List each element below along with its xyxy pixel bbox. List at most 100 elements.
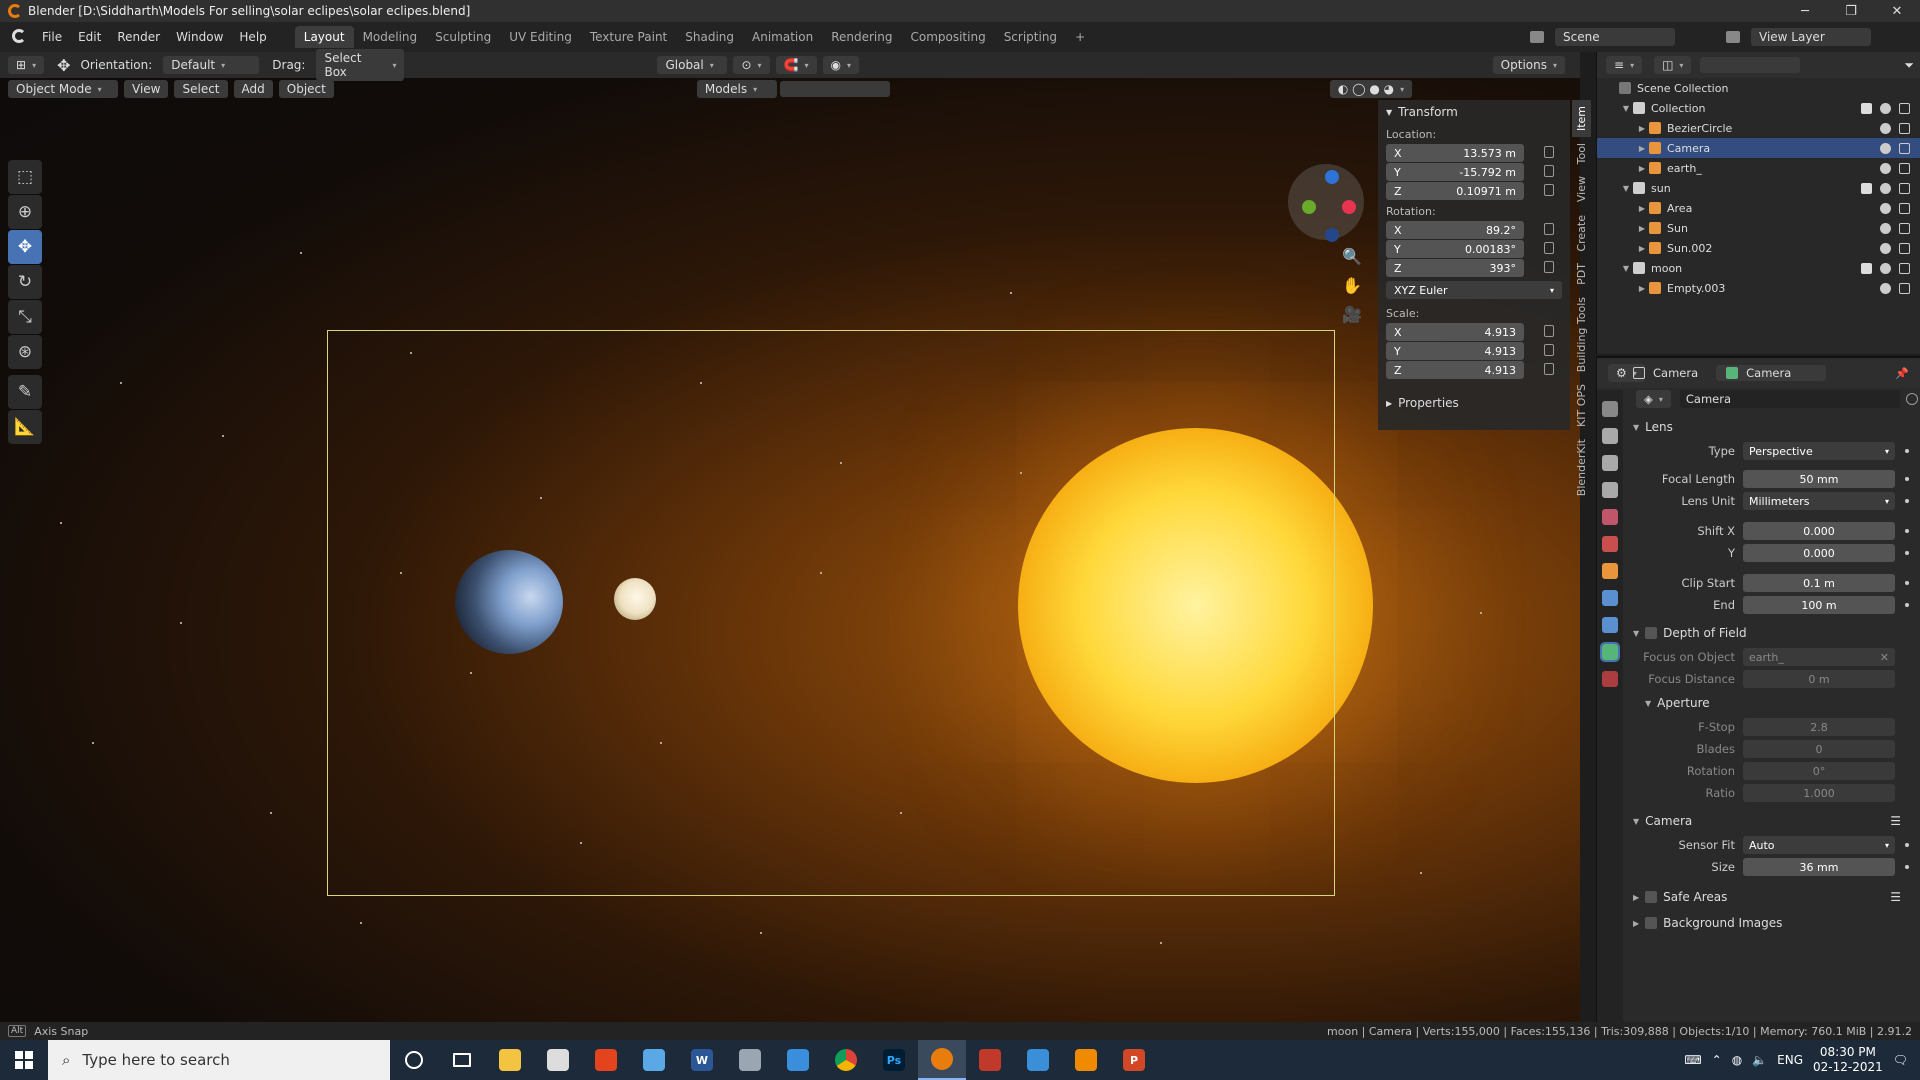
safe-areas-panel-header[interactable]: ▶ Safe Areas ☰ (1627, 884, 1920, 910)
render-tab-icon[interactable] (1602, 428, 1618, 444)
expand-arrow-icon[interactable]: ▶ (1635, 164, 1649, 173)
annotate-tool-icon[interactable]: ✎ (8, 375, 42, 409)
ratio-field[interactable]: 1.000 (1743, 784, 1895, 802)
eye-icon[interactable] (1880, 202, 1891, 214)
sensor-fit-dropdown[interactable]: Auto ▾ (1743, 836, 1895, 854)
dof-checkbox[interactable] (1645, 627, 1658, 639)
office-icon[interactable] (582, 1040, 630, 1080)
eye-icon[interactable] (1880, 242, 1891, 254)
blades-field[interactable]: 0 (1743, 740, 1895, 758)
lens-unit-dropdown[interactable]: Millimeters ▾ (1743, 492, 1895, 510)
workspace-tab-rendering[interactable]: Rendering (822, 26, 901, 48)
tab-kit-ops[interactable]: KIT OPS (1572, 378, 1591, 433)
menu-help[interactable]: Help (231, 30, 274, 44)
rotation-x-field[interactable]: X 89.2° (1386, 221, 1554, 239)
outliner-display-mode[interactable]: ◫ ▾ (1654, 56, 1692, 74)
expand-arrow-icon[interactable]: ▶ (1635, 124, 1649, 133)
pivot-dropdown[interactable]: ⊙ ▾ (733, 56, 770, 74)
shift-y-field[interactable]: 0.000 (1743, 544, 1895, 562)
clear-icon[interactable]: ✕ (1880, 651, 1889, 664)
keyframe-dot-icon[interactable] (1905, 843, 1909, 847)
restore-button[interactable]: ❐ (1828, 0, 1874, 22)
outliner-row[interactable]: ▶ BezierCircle (1597, 118, 1920, 138)
tool-tab-icon[interactable] (1602, 401, 1618, 417)
expand-arrow-icon[interactable]: ▶ (1635, 284, 1649, 293)
expand-arrow-icon[interactable]: ▼ (1619, 184, 1633, 193)
expand-arrow-icon[interactable]: ▶ (1635, 224, 1649, 233)
tab-create[interactable]: Create (1572, 209, 1591, 258)
word-icon[interactable]: W (678, 1040, 726, 1080)
outliner-search-input[interactable] (1700, 57, 1801, 73)
filter-icon[interactable]: ⏷ (1904, 58, 1914, 73)
location-x-field[interactable]: X 13.573 m (1386, 144, 1554, 162)
focus-distance-field[interactable]: 0 m (1743, 670, 1895, 688)
keyboard-icon[interactable]: ⌨ (1684, 1053, 1701, 1067)
outliner-row[interactable]: ▶ Sun (1597, 218, 1920, 238)
keyframe-dot-icon[interactable] (1905, 865, 1909, 869)
editor-type-dropdown[interactable]: ⊞ ▾ (8, 56, 45, 74)
texture-tab-icon[interactable] (1602, 671, 1618, 687)
fstop-field[interactable]: 2.8 (1743, 718, 1895, 736)
navigation-gizmo[interactable] (1288, 164, 1364, 242)
gizmo-neg-z-icon[interactable] (1325, 228, 1339, 242)
render-camera-icon[interactable] (1899, 162, 1910, 174)
list-icon[interactable]: ☰ (1890, 890, 1901, 904)
outliner-row[interactable]: ▶ Sun.002 (1597, 238, 1920, 258)
expand-arrow-icon[interactable]: ▶ (1635, 204, 1649, 213)
menu-edit[interactable]: Edit (70, 30, 109, 44)
render-camera-icon[interactable] (1899, 282, 1910, 294)
lock-icon[interactable] (1544, 261, 1554, 273)
tab-blenderkit[interactable]: BlenderKit (1572, 433, 1591, 502)
camera-view-icon[interactable]: 🎥 (1342, 305, 1362, 324)
aperture-rotation-field[interactable]: 0° (1743, 762, 1895, 780)
lock-icon[interactable] (1544, 363, 1554, 375)
gizmo-y-axis-icon[interactable] (1302, 200, 1316, 214)
workspace-tab-texture-paint[interactable]: Texture Paint (581, 26, 676, 48)
exclude-checkbox[interactable] (1861, 262, 1872, 274)
app-icon[interactable] (726, 1040, 774, 1080)
expand-arrow-icon[interactable]: ▼ (1619, 104, 1633, 113)
workspace-tab-uv-editing[interactable]: UV Editing (500, 26, 581, 48)
focal-length-field[interactable]: 50 mm (1743, 470, 1895, 488)
eye-icon[interactable] (1880, 162, 1891, 174)
view-layer-tab-icon[interactable] (1602, 482, 1618, 498)
list-icon[interactable]: ☰ (1890, 814, 1901, 828)
transform-tool-icon[interactable]: ⊛ (8, 335, 42, 369)
location-z-field[interactable]: Z 0.10971 m (1386, 182, 1554, 200)
eye-icon[interactable] (1880, 142, 1891, 154)
language-indicator[interactable]: ENG (1777, 1053, 1803, 1067)
exclude-checkbox[interactable] (1861, 182, 1872, 194)
scene-selector[interactable]: Scene (1555, 28, 1675, 46)
rotation-z-field[interactable]: Z 393° (1386, 259, 1554, 277)
keyframe-dot-icon[interactable] (1905, 551, 1909, 555)
lock-icon[interactable] (1544, 184, 1554, 196)
render-camera-icon[interactable] (1899, 142, 1910, 154)
scene-tab-icon[interactable] (1602, 509, 1618, 525)
minimize-button[interactable]: ─ (1782, 0, 1828, 22)
viewport-shading-modes[interactable]: ◐ ◯ ● ◕ ▾ (1329, 80, 1413, 98)
taskbar-search-input[interactable]: ⌕ Type here to search (48, 1040, 390, 1080)
eye-icon[interactable] (1880, 182, 1891, 194)
properties-panel-header[interactable]: ▶ Properties (1378, 391, 1570, 415)
render-camera-icon[interactable] (1899, 122, 1910, 134)
eye-icon[interactable] (1880, 262, 1891, 274)
rotation-y-field[interactable]: Y 0.00183° (1386, 240, 1554, 258)
camera-datablock-name[interactable]: Camera (1679, 390, 1900, 408)
scene-collection-row[interactable]: Scene Collection (1597, 78, 1920, 98)
render-camera-icon[interactable] (1899, 202, 1910, 214)
mail-icon[interactable] (774, 1040, 822, 1080)
scale-y-field[interactable]: Y 4.913 (1386, 342, 1554, 360)
tab-view[interactable]: View (1572, 170, 1591, 208)
proportional-edit-toggle[interactable]: ◉ ▾ (822, 56, 860, 74)
tab-item[interactable]: Item (1572, 100, 1591, 138)
fake-user-icon[interactable] (1905, 393, 1918, 405)
photoshop-icon[interactable]: Ps (870, 1040, 918, 1080)
expand-arrow-icon[interactable]: ▶ (1635, 244, 1649, 253)
file-explorer-icon[interactable] (486, 1040, 534, 1080)
outliner-row[interactable]: ▶ Area (1597, 198, 1920, 218)
menu-window[interactable]: Window (168, 30, 231, 44)
lens-panel-header[interactable]: ▼ Lens (1627, 414, 1920, 440)
snap-toggle[interactable]: 🧲 ▾ (775, 56, 817, 74)
viewport-search-input[interactable] (779, 81, 890, 97)
view-layer-icon[interactable] (1726, 31, 1740, 43)
